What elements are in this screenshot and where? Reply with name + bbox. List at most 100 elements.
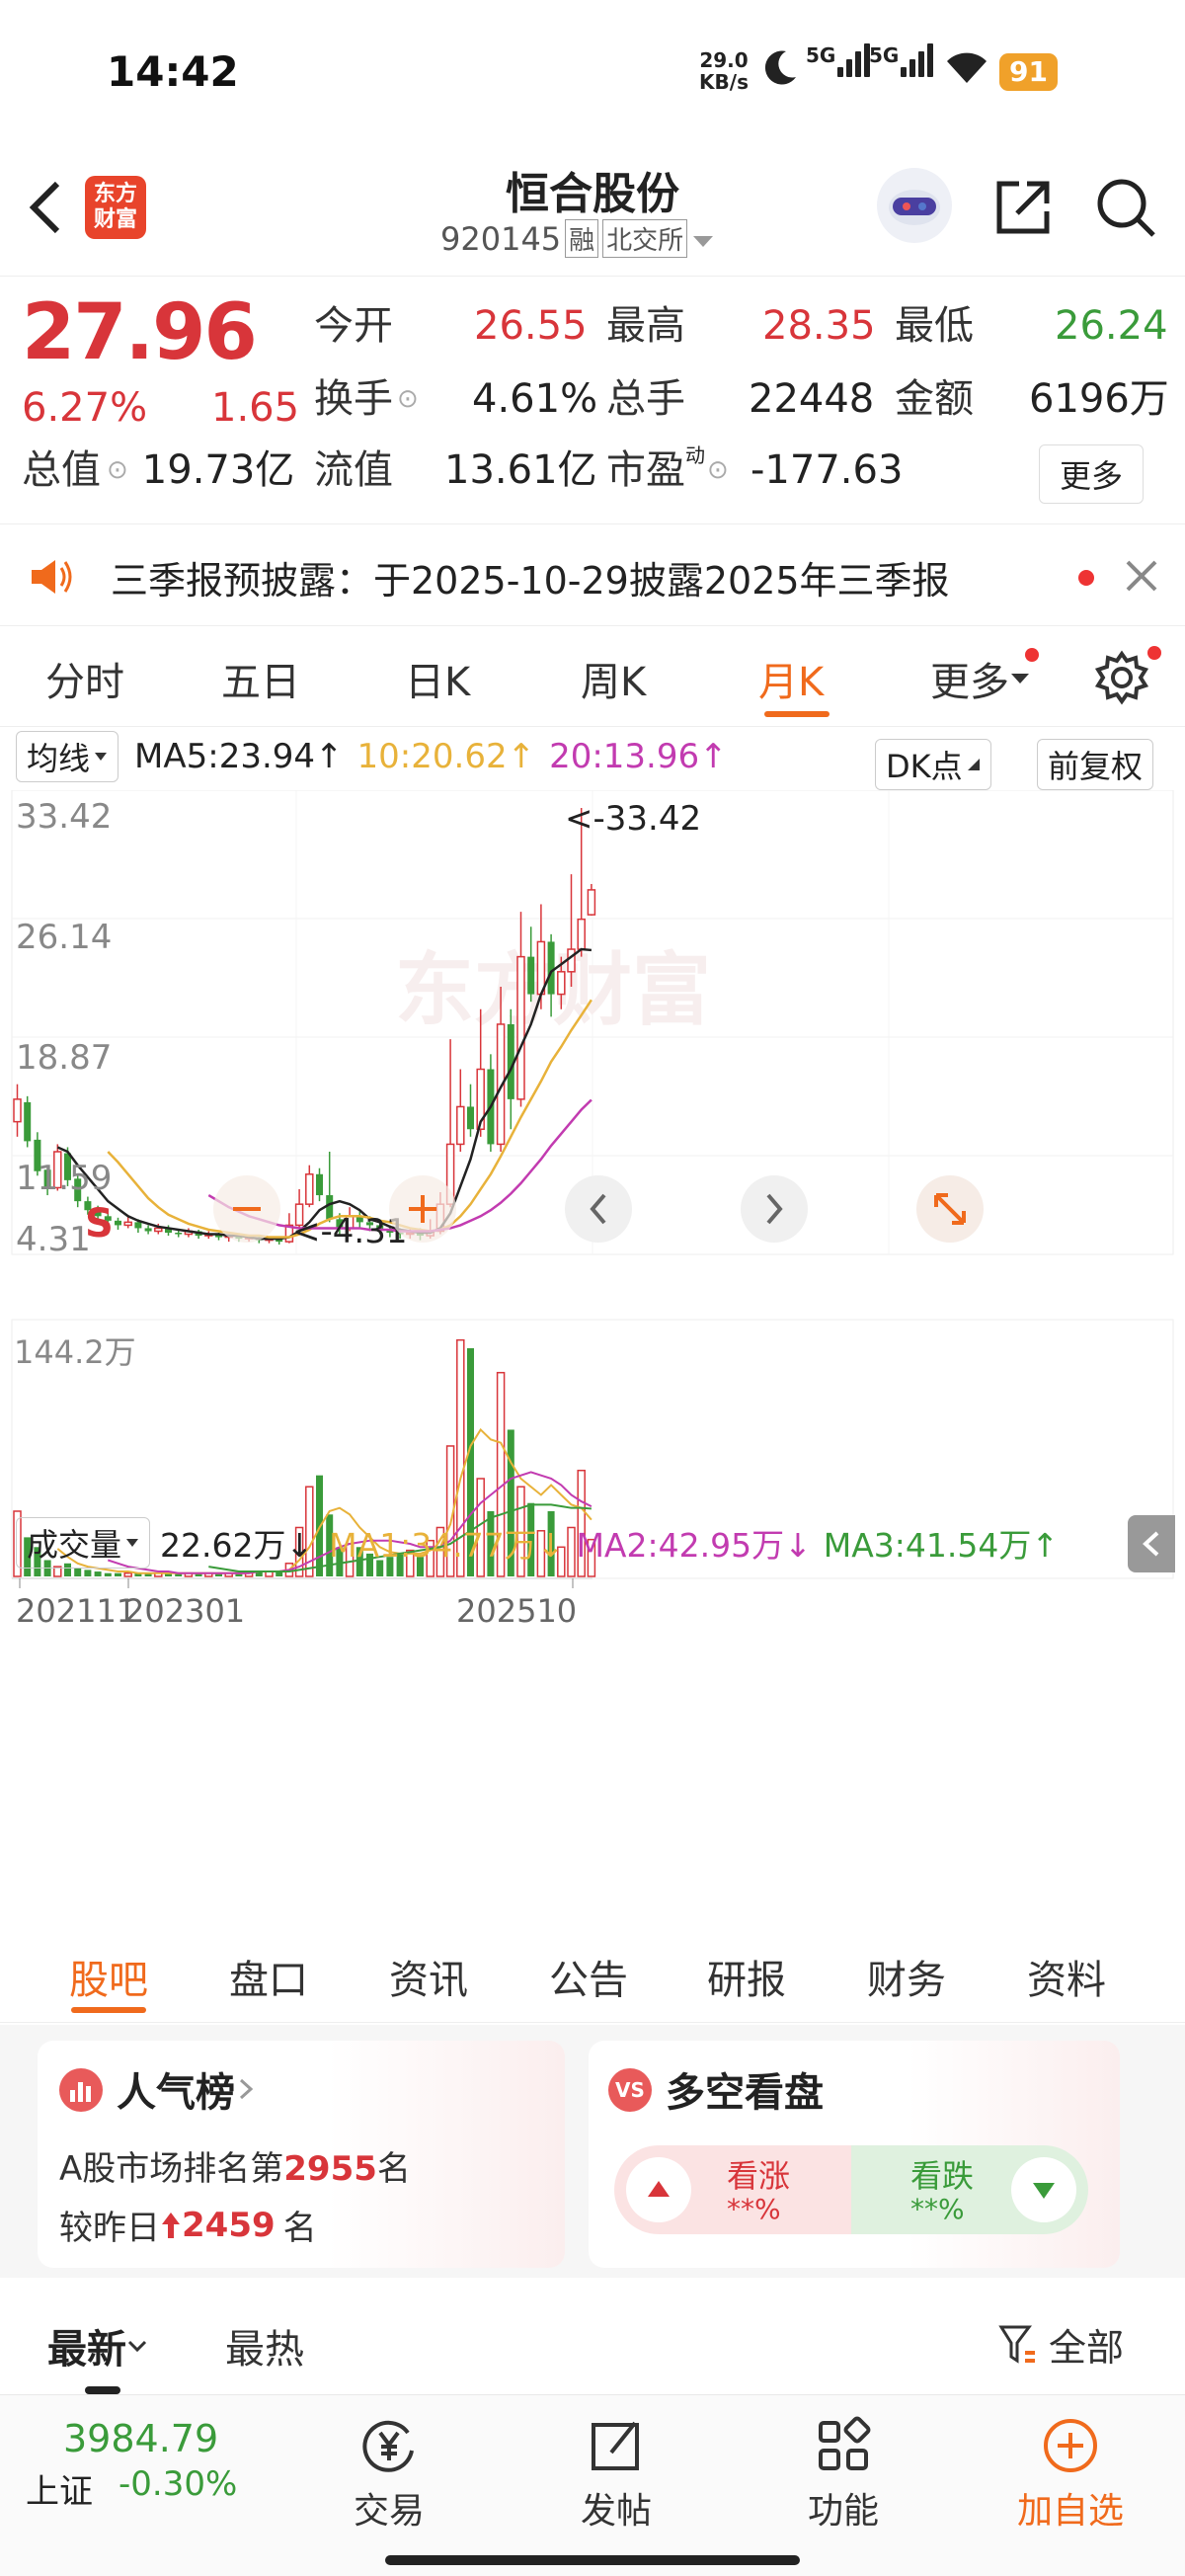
bull-bear-title: 多空看盘 [666, 2070, 824, 2116]
vs-icon: VS [608, 2068, 652, 2112]
tab-forum[interactable]: 股吧 [69, 1948, 148, 2005]
speaker-icon [28, 556, 75, 602]
home-indicator [385, 2555, 800, 2565]
info-icon[interactable]: ⊙ [397, 369, 419, 429]
ma10-value: 10:20.62↑ [356, 737, 536, 776]
kline-tabs: 分时 五日 日K 周K 月K 更多 [0, 628, 1185, 727]
volume-bar [94, 1571, 102, 1576]
tab-news[interactable]: 资讯 [389, 1948, 468, 2005]
vote-down-button[interactable]: 看跌 **% [851, 2145, 1088, 2234]
rank-change-line: 较昨日 2459 名 [59, 2205, 317, 2249]
tab-orderbook[interactable]: 盘口 [229, 1948, 308, 2005]
x-axis-label: 202510 [456, 1592, 577, 1630]
feed-tabs: 最新 最热 全部 [0, 2278, 1185, 2394]
candle [316, 1167, 323, 1202]
adjust-button[interactable]: 前复权 [1037, 739, 1154, 790]
nav-add-watchlist[interactable]: 加自选 [1011, 2415, 1130, 2534]
popularity-title: 人气榜 [117, 2060, 257, 2118]
tab-hot[interactable]: 最热 [225, 2317, 304, 2375]
more-quote-button[interactable]: 更多 [1039, 444, 1145, 504]
ma5-value: MA5:23.94↑ [134, 737, 344, 776]
nav-functions[interactable]: 功能 [794, 2415, 893, 2534]
pe-value: -177.63 [750, 447, 904, 493]
tab-finance[interactable]: 财务 [867, 1948, 946, 2005]
stock-code: 920145 [440, 219, 562, 258]
volume-bar [115, 1572, 121, 1576]
change-percent: 6.27% [22, 385, 148, 431]
filter-button[interactable]: 全部 [997, 2317, 1124, 2372]
candle [305, 1165, 314, 1208]
current-price: 27.96 [22, 288, 258, 377]
change-amount: 1.65 [211, 385, 300, 431]
up-triangle-icon [626, 2157, 691, 2222]
ma-legend: 均线 MA5:23.94↑ 10:20.62↑ 20:13.96↑ [0, 729, 1185, 784]
zoom-in-button[interactable] [389, 1175, 456, 1243]
pe-label: 市盈 动 ⊙ [606, 441, 729, 500]
indicator-selector[interactable]: 均线 [16, 731, 119, 782]
share-icon[interactable] [991, 176, 1055, 243]
tab-daily-k[interactable]: 日K [405, 650, 470, 707]
tab-monthly-k[interactable]: 月K [758, 650, 824, 707]
tab-research[interactable]: 研报 [707, 1948, 786, 2005]
open-value: 26.55 [474, 303, 588, 349]
nav-trade[interactable]: 交易 [340, 2415, 438, 2534]
active-tab-indicator [85, 2386, 120, 2394]
candle [115, 1217, 121, 1230]
info-icon[interactable]: ⊙ [107, 441, 128, 500]
y-axis-tick: 18.87 [16, 1038, 112, 1078]
search-icon[interactable] [1094, 176, 1157, 243]
grid-icon [819, 2416, 871, 2470]
vote-up-button[interactable]: 看涨 **% [614, 2145, 851, 2234]
bull-bear-card: VS 多空看盘 看涨 **% 看跌 **% [589, 2041, 1120, 2268]
volume-bar [123, 1571, 132, 1577]
scroll-right-button[interactable] [741, 1175, 808, 1243]
kline-chart-area: 均线 MA5:23.94↑ 10:20.62↑ 20:13.96↑ DK点 前复… [0, 729, 1185, 1914]
down-triangle-icon [1011, 2157, 1076, 2222]
signal-2: 5G [869, 43, 934, 77]
kline-chart[interactable]: 东方财富 33.42 26.14 18.87 11.59 4.31 <-33.4… [0, 790, 1185, 1845]
net-speed: 29.0 KB/s [699, 48, 749, 94]
settings-gear-icon[interactable] [1094, 650, 1149, 709]
tab-five-day[interactable]: 五日 [221, 650, 300, 707]
collapse-panel-button[interactable] [1128, 1515, 1175, 1572]
nav-post[interactable]: 发帖 [567, 2415, 666, 2534]
caret-down-icon [95, 753, 108, 761]
tab-weekly-k[interactable]: 周K [581, 650, 646, 707]
volume-label: 总手 [606, 376, 685, 422]
high-value: 28.35 [762, 303, 876, 349]
caret-down-icon [1011, 674, 1029, 684]
volume-bar [84, 1570, 92, 1576]
tab-profile[interactable]: 资料 [1027, 1948, 1106, 2005]
battery-indicator: 91 [999, 53, 1058, 91]
stock-header: 东方 财富 恒合股份 920145 融 北交所 [0, 148, 1185, 277]
y-axis-tick: 4.31 [16, 1220, 91, 1259]
y-axis-tick: 26.14 [16, 918, 112, 957]
high-label: 最高 [606, 303, 685, 349]
tab-announcements[interactable]: 公告 [549, 1948, 628, 2005]
max-price-marker: <-33.42 [565, 799, 701, 839]
close-icon[interactable] [1124, 558, 1159, 598]
tab-more[interactable]: 更多 [930, 650, 1031, 707]
float-value: 13.61亿 [444, 447, 597, 493]
min-price-marker: <-4.31 [292, 1212, 407, 1251]
notice-banner[interactable]: 三季报预披露：于2025-10-29披露2025年三季报 [0, 523, 1185, 626]
total-mcap: 总值 ⊙ 19.73亿 [22, 441, 294, 500]
tab-intraday[interactable]: 分时 [45, 650, 124, 707]
scroll-left-button[interactable] [565, 1175, 632, 1243]
popularity-card[interactable]: 人气榜 A股市场排名第2955名 较昨日 2459 名 [38, 2041, 565, 2268]
info-icon[interactable]: ⊙ [707, 441, 729, 500]
dk-point-button[interactable]: DK点 [875, 739, 991, 790]
volume-selector[interactable]: 成交量 [16, 1517, 151, 1569]
candle [587, 883, 596, 917]
stock-code-row[interactable]: 920145 融 北交所 [440, 219, 715, 258]
yen-icon [362, 2420, 414, 2472]
fullscreen-button[interactable] [916, 1175, 984, 1243]
tab-latest[interactable]: 最新 [47, 2317, 148, 2375]
assistant-avatar[interactable] [877, 168, 952, 243]
turnover-value: 4.61% [472, 376, 598, 422]
zoom-out-button[interactable] [213, 1175, 280, 1243]
plus-circle-icon [1044, 2419, 1097, 2472]
edit-icon [592, 2421, 639, 2470]
index-ticker[interactable]: 3984.79 上证 -0.30% [26, 2417, 292, 2513]
turnover-label: 换手 ⊙ [314, 369, 419, 429]
